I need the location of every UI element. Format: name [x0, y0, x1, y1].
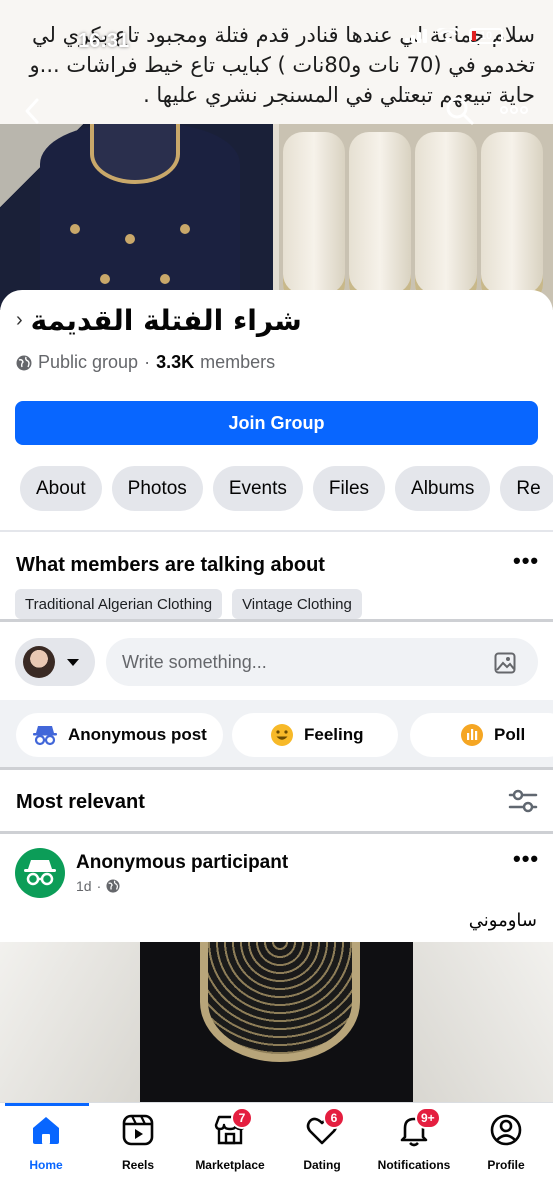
anonymous-post-button[interactable]: Anonymous post [16, 713, 223, 757]
topic-chip[interactable]: Traditional Algerian Clothing [15, 589, 223, 619]
divider [0, 831, 553, 834]
thread-roll [481, 132, 543, 304]
anonymous-icon [24, 860, 56, 886]
home-icon [33, 1117, 59, 1144]
thread-roll [415, 132, 477, 304]
nav-marketplace[interactable]: 7 Marketplace [184, 1107, 276, 1172]
photo-icon[interactable] [494, 652, 516, 674]
meta-separator: · [96, 878, 102, 894]
filter-sliders-icon[interactable] [508, 788, 538, 814]
dress-embroidery [90, 124, 180, 184]
embroidery-dot [160, 274, 170, 284]
post-meta: 1d · [76, 878, 120, 894]
wifi-icon [437, 28, 459, 43]
embroidery-dot [180, 224, 190, 234]
post-image[interactable] [0, 942, 553, 1102]
feeling-label: Feeling [304, 725, 364, 744]
battery-icon: 10 [469, 28, 503, 44]
globe-icon [16, 355, 32, 370]
fabric-right [413, 942, 553, 1102]
nav-label: Marketplace [195, 1158, 265, 1172]
nav-label: Profile [487, 1158, 525, 1172]
dress-embroidery [200, 942, 360, 1062]
avatar [23, 646, 55, 678]
badge-count: 9+ [415, 1107, 441, 1129]
group-tabs: About Photos Events Files Albums Re [20, 466, 553, 511]
topic-chips: Traditional Algerian Clothing Vintage Cl… [15, 589, 362, 619]
status-time: 16:31 [78, 30, 130, 52]
thread-roll [349, 132, 411, 304]
embroidery-dot [100, 274, 110, 284]
badge-count: 6 [323, 1107, 345, 1129]
join-group-button[interactable]: Join Group [15, 401, 538, 445]
group-meta: Public group · 3.3K members [16, 352, 275, 373]
fabric-left [0, 942, 140, 1102]
poll-icon [461, 724, 483, 746]
talking-about-title: What members are talking about [16, 554, 325, 576]
cover-image-thread-rolls [279, 124, 553, 310]
cover-image-dress [0, 124, 273, 310]
post-text: ساوموني [468, 910, 537, 931]
tab-photos[interactable]: Photos [111, 466, 203, 511]
bottom-navigation: Home Reels 7 Marketplace 6 Dating 9+ Not… [0, 1102, 553, 1200]
globe-icon [106, 879, 120, 893]
nav-profile[interactable]: Profile [460, 1113, 552, 1172]
badge-count: 7 [231, 1107, 253, 1129]
group-title-row[interactable]: › شراء الفتلة القديمة [16, 304, 302, 337]
search-icon[interactable] [445, 96, 475, 126]
profile-icon [490, 1114, 522, 1146]
member-count: 3.3K [156, 352, 195, 372]
back-arrow-icon[interactable] [18, 96, 48, 126]
nav-label: Dating [303, 1158, 341, 1172]
divider [0, 530, 553, 532]
poll-label: Poll [494, 725, 526, 744]
active-tab-indicator [5, 1103, 89, 1106]
caret-down-icon [67, 658, 79, 666]
tab-albums[interactable]: Albums [395, 466, 491, 511]
poll-button[interactable]: Poll [410, 713, 553, 757]
post-more-icon[interactable]: ••• [513, 846, 539, 872]
group-title: شراء الفتلة القديمة [30, 304, 302, 337]
tab-reels[interactable]: Re [500, 466, 553, 511]
divider [0, 767, 553, 770]
status-icons: 10 [405, 28, 503, 44]
profile-switcher[interactable] [15, 638, 95, 686]
nav-label: Reels [121, 1158, 155, 1172]
signal-icon [405, 29, 427, 43]
tab-files[interactable]: Files [312, 466, 386, 511]
nav-notifications[interactable]: 9+ Notifications [368, 1107, 460, 1172]
embroidery-dot [125, 234, 135, 244]
nav-reels[interactable]: Reels [92, 1113, 184, 1172]
anonymous-icon [33, 726, 57, 746]
thread-roll [283, 132, 345, 304]
nav-home[interactable]: Home [0, 1113, 92, 1172]
reels-icon [122, 1114, 154, 1146]
anonymous-post-label: Anonymous post [68, 725, 207, 744]
sort-label: Most relevant [16, 791, 145, 813]
post-author[interactable]: Anonymous participant [76, 852, 288, 874]
meta-separator: · [144, 352, 151, 372]
members-label: members [200, 352, 276, 372]
tab-about[interactable]: About [20, 466, 102, 511]
embroidery-dot [70, 224, 80, 234]
talking-more-icon[interactable]: ••• [513, 548, 539, 574]
divider [0, 619, 553, 622]
group-sheet: › شراء الفتلة القديمة Public group · 3.3… [0, 290, 553, 1102]
post-time[interactable]: 1d [76, 878, 92, 894]
topic-chip[interactable]: Vintage Clothing [232, 589, 362, 619]
chevron-right-icon: › [16, 309, 23, 331]
write-something-input[interactable]: Write something... [106, 638, 538, 686]
feeling-smiley-icon [271, 724, 293, 746]
tab-events[interactable]: Events [212, 466, 303, 511]
nav-label: Notifications [377, 1158, 451, 1172]
nav-dating[interactable]: 6 Dating [276, 1107, 368, 1172]
anonymous-avatar[interactable] [15, 848, 65, 898]
feeling-button[interactable]: Feeling [232, 713, 398, 757]
nav-label: Home [29, 1158, 63, 1172]
group-privacy: Public group [38, 352, 139, 372]
more-options-icon[interactable] [499, 100, 529, 120]
cover-photo: سلام جماعة لي عندها قنادر قدم فتلة ومجبو… [0, 0, 553, 310]
